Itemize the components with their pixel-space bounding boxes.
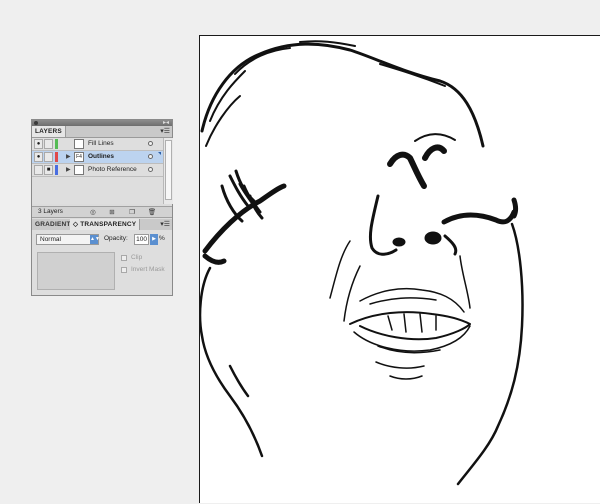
panel-menu-icon[interactable]: ▾☰ (160, 127, 170, 136)
tab-gradient[interactable]: GRADIENT (32, 219, 70, 230)
layer-color-swatch (55, 165, 58, 175)
layers-tabbar: LAYERS ▾☰ (32, 126, 172, 138)
create-sublayer-icon[interactable]: ⊞ (107, 208, 117, 217)
forehead-line (414, 133, 456, 142)
invert-mask-checkbox[interactable] (121, 267, 127, 273)
layer-color-swatch (55, 139, 58, 149)
layer-row-outlines[interactable]: ● ▶ F4 Outlines (32, 151, 163, 164)
opacity-unit: % (159, 235, 165, 242)
teeth (387, 313, 437, 333)
selection-indicator-icon (158, 152, 161, 155)
visibility-eye-icon[interactable] (34, 165, 43, 175)
hair-outline (200, 42, 485, 148)
layer-name[interactable]: Photo Reference (88, 166, 137, 173)
layer-color-swatch (55, 152, 58, 162)
visibility-eye-icon[interactable]: ● (34, 139, 43, 149)
chevron-down-icon[interactable]: ▲▼ (90, 235, 100, 244)
layers-list: ● Fill Lines ● ▶ F4 Outlines ■ ▶ Photo R… (32, 138, 163, 204)
make-clipping-mask-icon[interactable]: ◎ (88, 208, 98, 217)
chin-lines (375, 361, 425, 380)
cheek-line-left (329, 240, 361, 322)
target-icon[interactable] (148, 154, 153, 159)
mouth-opening (349, 311, 471, 341)
layer-thumbnail: F4 (74, 152, 84, 162)
layers-scrollbar[interactable] (163, 138, 173, 204)
right-nostril (424, 231, 442, 245)
artboard[interactable] (199, 35, 600, 503)
layer-row-fill-lines[interactable]: ● Fill Lines (32, 138, 163, 151)
opacity-input[interactable]: 100 (134, 234, 149, 245)
tab-transparency-label: TRANSPARENCY (80, 221, 137, 228)
left-eye-frame (202, 183, 287, 265)
blend-mode-value: Normal (40, 236, 61, 243)
nose-bridge (387, 144, 447, 189)
face-line-drawing[interactable] (200, 36, 600, 504)
face-contour-right (456, 222, 524, 486)
clip-checkbox[interactable] (121, 255, 127, 261)
lock-toggle[interactable] (44, 152, 53, 162)
target-icon[interactable] (148, 167, 153, 172)
panel-menu-icon[interactable]: ▾☰ (160, 220, 170, 229)
floating-panel-group: ▸◂ LAYERS ▾☰ ● Fill Lines ● ▶ F4 Outline… (31, 119, 173, 296)
face-contour-left (200, 266, 264, 458)
target-icon[interactable] (148, 141, 153, 146)
clip-label: Clip (131, 254, 143, 261)
opacity-mask-thumbnail[interactable] (37, 252, 115, 290)
lock-toggle[interactable] (44, 139, 53, 149)
nose-tip (368, 194, 458, 256)
right-eye-lid (441, 197, 518, 225)
layer-thumbnail (74, 165, 84, 175)
tab-transparency[interactable]: ◇ TRANSPARENCY (70, 219, 141, 230)
opacity-dropdown-icon[interactable]: ▶ (150, 234, 158, 245)
close-icon[interactable] (34, 121, 38, 125)
left-nostril (392, 237, 406, 247)
lock-icon[interactable]: ■ (44, 165, 53, 175)
hair-strands (205, 40, 446, 147)
blend-mode-select[interactable]: Normal ▲▼ (36, 234, 100, 245)
expand-triangle-icon[interactable]: ▶ (66, 153, 71, 160)
scrollbar-thumb[interactable] (165, 140, 172, 200)
cheek-line-right (459, 255, 471, 309)
create-layer-icon[interactable]: ❐ (127, 208, 137, 217)
transparency-body: Normal ▲▼ Opacity: 100 ▶ % Clip Invert M… (32, 230, 172, 295)
layer-row-photo-reference[interactable]: ■ ▶ Photo Reference (32, 164, 163, 177)
visibility-eye-icon[interactable]: ● (34, 152, 43, 162)
layer-name[interactable]: Fill Lines (88, 140, 114, 147)
expand-triangle-icon[interactable]: ▶ (66, 166, 71, 173)
layer-count: 3 Layers (38, 208, 63, 215)
delete-layer-icon[interactable]: 🗑 (147, 208, 157, 217)
layers-footer: 3 Layers ◎ ⊞ ❐ 🗑 (32, 206, 172, 218)
upper-lip (359, 287, 465, 313)
layer-thumbnail (74, 139, 84, 149)
tab-layers[interactable]: LAYERS (32, 126, 66, 137)
layer-name[interactable]: Outlines (88, 153, 114, 160)
invert-mask-label: Invert Mask (131, 266, 165, 273)
opacity-label: Opacity: (104, 235, 128, 242)
